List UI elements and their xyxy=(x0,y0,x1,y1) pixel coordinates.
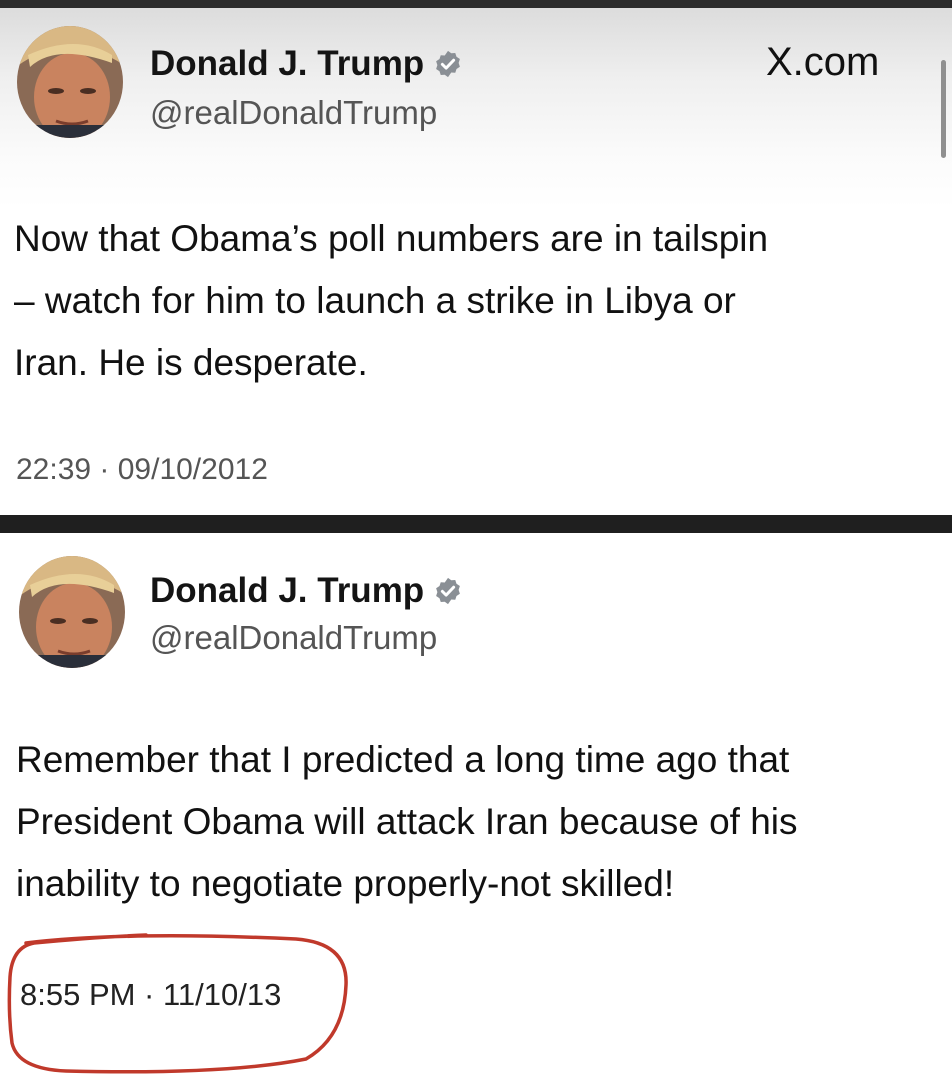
verified-badge-icon xyxy=(436,50,461,78)
tweet-text-line: Now that Obama’s poll numbers are in tai… xyxy=(14,218,769,259)
source-label: X.com xyxy=(766,40,880,84)
tweet-card-1: Donald J. Trump @realDonaldTrump X.com N… xyxy=(0,8,952,515)
divider xyxy=(0,515,952,533)
tweet-text-line: President Obama will attack Iran because… xyxy=(16,801,798,842)
tweet-timestamp[interactable]: 22:39 · 09/10/2012 xyxy=(16,453,268,487)
tweet-text: Remember that I predicted a long time ag… xyxy=(16,729,798,915)
avatar[interactable] xyxy=(16,25,124,139)
display-name-text[interactable]: Donald J. Trump xyxy=(150,571,424,611)
tweet-text-line: Remember that I predicted a long time ag… xyxy=(16,739,790,780)
avatar[interactable] xyxy=(18,555,126,669)
display-name[interactable]: Donald J. Trump xyxy=(150,571,463,611)
scrollbar[interactable] xyxy=(941,60,946,158)
tweet-card-2: Donald J. Trump @realDonaldTrump Remembe… xyxy=(0,533,952,1079)
display-name[interactable]: Donald J. Trump xyxy=(150,44,463,84)
display-name-text[interactable]: Donald J. Trump xyxy=(150,44,424,84)
user-handle[interactable]: @realDonaldTrump xyxy=(150,94,437,132)
top-dark-strip xyxy=(0,0,952,8)
tweet-text-line: – watch for him to launch a strike in Li… xyxy=(14,280,736,321)
tweet-text: Now that Obama’s poll numbers are in tai… xyxy=(14,208,768,394)
tweet-timestamp[interactable]: 8:55 PM · 11/10/13 xyxy=(20,977,281,1013)
tweet-text-line: Iran. He is desperate. xyxy=(14,342,368,383)
verified-badge-icon xyxy=(436,577,461,605)
user-handle[interactable]: @realDonaldTrump xyxy=(150,619,437,657)
tweet-text-line: inability to negotiate properly-not skil… xyxy=(16,863,675,904)
